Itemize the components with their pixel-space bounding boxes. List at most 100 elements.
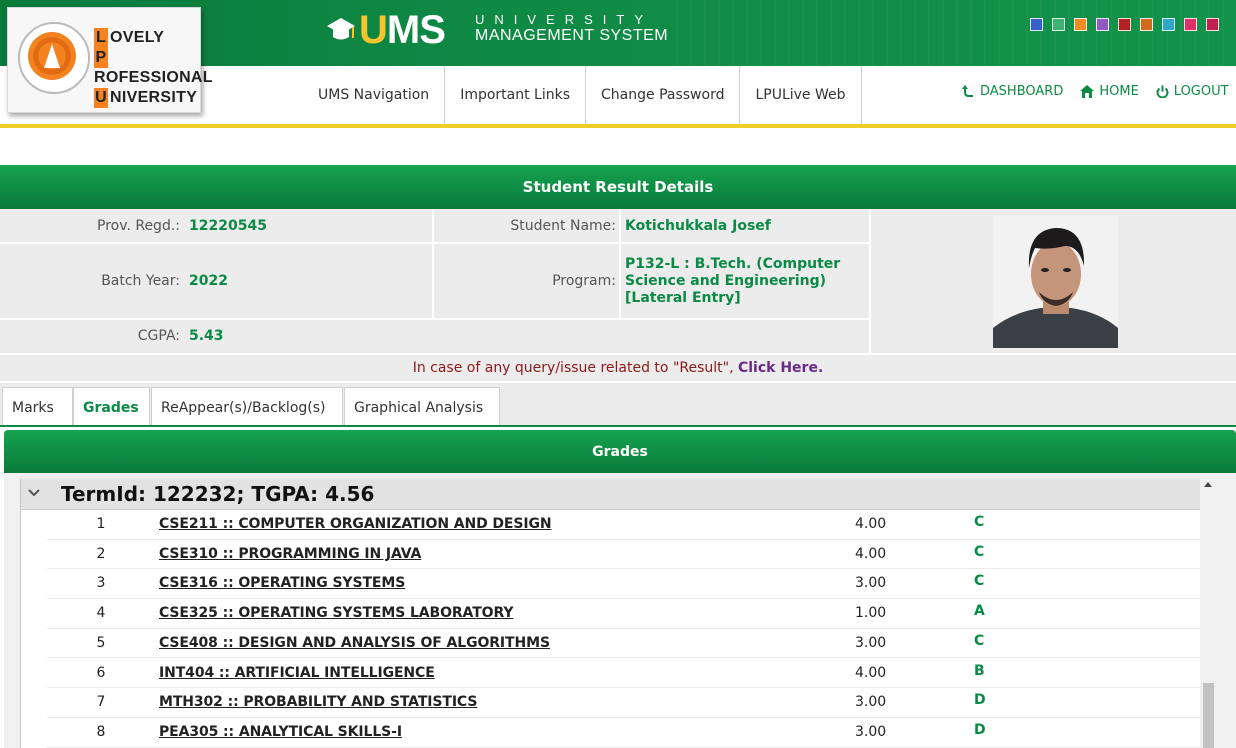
batch-year-value: 2022 [189,273,429,289]
tab-marks[interactable]: Marks [2,387,73,427]
home-link[interactable]: HOME [1080,84,1139,99]
result-tabs: Marks Grades ReAppear(s)/Backlog(s) Grap… [0,383,1236,427]
grade-row: 1 CSE211 :: COMPUTER ORGANIZATION AND DES… [47,510,1201,540]
course-link[interactable]: MTH302 :: PROBABILITY AND STATISTICS [159,694,477,710]
row-serial-number: 3 [96,575,106,592]
course-grade: C [974,632,985,649]
nav-lpulive-web[interactable]: LPULive Web [740,66,862,124]
program-label: Program: [436,273,616,289]
course-credits: 3.00 [855,723,887,740]
grade-row: 4 CSE325 :: OPERATING SYSTEMS LABORATORY 1… [47,599,1201,629]
row-serial-number: 5 [96,634,106,651]
grade-row: 5 CSE408 :: DESIGN AND ANALYSIS OF ALGORI… [47,629,1201,659]
course-link[interactable]: CSE325 :: OPERATING SYSTEMS LABORATORY [159,605,514,621]
grade-row: 7 MTH302 :: PROBABILITY AND STATISTICS 3.0… [47,688,1201,718]
term-header[interactable]: TermId: 122232; TGPA: 4.56 [21,479,1201,510]
course-credits: 3.00 [855,634,887,651]
student-photo [993,216,1118,348]
program-value: P132-L : B.Tech. (Computer Science and E… [625,256,867,307]
scroll-up-arrow-icon[interactable] [1204,482,1212,487]
course-grade: D [974,692,986,709]
row-serial-number: 7 [96,694,106,711]
return-arrow-icon [962,85,973,97]
ums-u-letter: U [359,8,388,52]
university-seal-icon [18,22,90,94]
theme-swatch-8[interactable] [1184,18,1197,31]
nav-important-links[interactable]: Important Links [445,66,587,124]
theme-swatch-9[interactable] [1206,18,1219,31]
logout-link[interactable]: LOGOUT [1156,84,1229,99]
university-name: L OVELY PROFESSIONAL U NIVERSITY [94,28,213,108]
grade-row: 8 PEA305 :: ANALYTICAL SKILLS-I 3.00 D [47,718,1201,748]
tabs-underline [0,425,1236,427]
course-grade: A [974,603,985,620]
home-label: HOME [1099,84,1139,99]
home-icon [1080,85,1095,98]
brand-subtitle-2: MANAGEMENT SYSTEM [475,27,669,44]
course-grade: C [974,543,985,560]
grades-title: Grades [4,430,1236,473]
course-credits: 4.00 [855,664,887,681]
prov-regd-value: 12220545 [189,218,429,234]
batch-year-label: Batch Year: [0,273,180,289]
theme-swatch-4[interactable] [1096,18,1109,31]
university-logo[interactable]: L OVELY PROFESSIONAL U NIVERSITY [7,7,213,113]
tab-grades[interactable]: Grades [73,387,150,427]
theme-swatch-6[interactable] [1140,18,1153,31]
result-query-notice: In case of any query/issue related to "R… [0,355,1236,381]
theme-swatches [1030,18,1219,31]
nav-change-password[interactable]: Change Password [586,66,741,124]
grade-row: 6 INT404 :: ARTIFICIAL INTELLIGENCE 4.00 B [47,659,1201,689]
course-link[interactable]: CSE316 :: OPERATING SYSTEMS [159,575,405,591]
grade-row: 3 CSE316 :: OPERATING SYSTEMS 3.00 C [47,569,1201,600]
cgpa-value: 5.43 [189,328,429,344]
header-divider [0,124,1236,128]
dashboard-label: DASHBOARD [980,84,1064,99]
row-serial-number: 1 [96,516,106,532]
notice-text: In case of any query/issue related to "R… [412,360,738,376]
course-grade: D [974,721,986,738]
course-grade: C [974,573,985,590]
course-grade: C [974,514,985,530]
logo-initial-l: L [94,28,108,48]
theme-swatch-5[interactable] [1118,18,1131,31]
grades-panel: TermId: 122232; TGPA: 4.56 1 CSE211 :: CO… [4,473,1236,748]
row-serial-number: 2 [96,545,106,562]
course-link[interactable]: CSE310 :: PROGRAMMING IN JAVA [159,546,421,562]
grades-list: TermId: 122232; TGPA: 4.56 1 CSE211 :: CO… [20,479,1201,748]
brand-subtitle-1: UNIVERSITY [475,12,654,27]
logo-word-3: NIVERSITY [110,89,198,106]
course-link[interactable]: CSE211 :: COMPUTER ORGANIZATION AND DESI… [159,516,552,532]
student-avatar-image [993,216,1118,348]
vertical-scrollbar[interactable] [1200,479,1217,748]
ums-ms-letters: MS [386,8,446,52]
result-title: Student Result Details [0,165,1236,209]
dashboard-link[interactable]: DASHBOARD [962,84,1063,99]
scrollbar-thumb[interactable] [1203,683,1214,748]
term-title: TermId: 122232; TGPA: 4.56 [61,482,375,506]
theme-swatch-1[interactable] [1030,18,1043,31]
logo-word-1: OVELY [110,29,165,46]
graduation-cap-icon [327,18,355,40]
tab-graphical-analysis[interactable]: Graphical Analysis [344,387,500,427]
course-link[interactable]: INT404 :: ARTIFICIAL INTELLIGENCE [159,665,435,681]
theme-swatch-2[interactable] [1052,18,1065,31]
logo-initial-p: P [94,48,108,68]
nav-ums-navigation[interactable]: UMS Navigation [303,66,446,124]
chevron-down-icon[interactable] [27,486,41,500]
theme-swatch-7[interactable] [1162,18,1175,31]
course-grade: B [974,662,985,679]
click-here-link[interactable]: Click Here. [738,360,823,376]
course-link[interactable]: CSE408 :: DESIGN AND ANALYSIS OF ALGORIT… [159,635,550,651]
grade-row: 2 CSE310 :: PROGRAMMING IN JAVA 4.00 C [47,540,1201,570]
cgpa-label: CGPA: [0,328,180,344]
row-serial-number: 4 [96,605,106,622]
course-link[interactable]: PEA305 :: ANALYTICAL SKILLS-I [159,724,402,740]
theme-swatch-3[interactable] [1074,18,1087,31]
row-serial-number: 8 [96,723,106,740]
student-name-value: Kotichukkala Josef [625,218,865,234]
tab-reappear-backlogs[interactable]: ReAppear(s)/Backlog(s) [151,387,343,427]
course-credits: 4.00 [855,516,887,532]
quick-links: DASHBOARD HOME LOGOUT [962,84,1229,99]
main-nav: UMS Navigation Important Links Change Pa… [303,66,862,124]
